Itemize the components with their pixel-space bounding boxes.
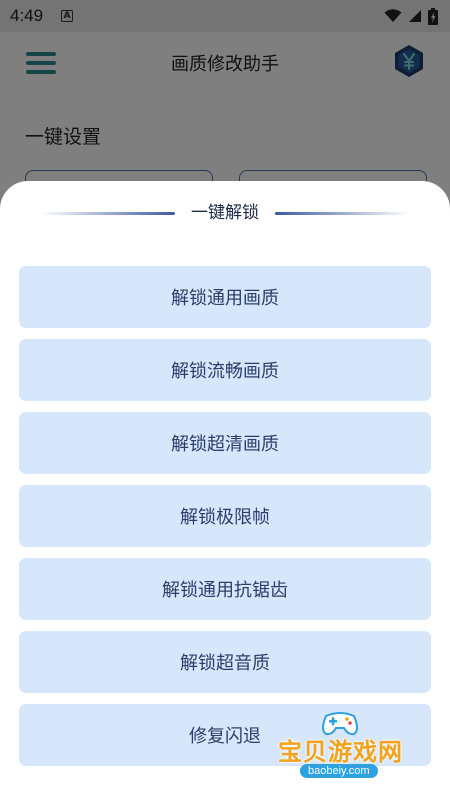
unlock-extreme-framerate-button[interactable]: 解锁极限帧: [19, 485, 431, 547]
option-list: 解锁通用画质 解锁流畅画质 解锁超清画质 解锁极限帧 解锁通用抗锯齿 解锁超音质…: [19, 266, 431, 777]
sheet-title: 一键解锁: [191, 203, 259, 223]
header-divider-left: [40, 212, 175, 215]
watermark-brand: 宝贝游戏网: [278, 738, 403, 766]
unlock-smooth-quality-button[interactable]: 解锁流畅画质: [19, 339, 431, 401]
unlock-bottom-sheet: 一键解锁 解锁通用画质 解锁流畅画质 解锁超清画质 解锁极限帧 解锁通用抗锯齿 …: [0, 181, 450, 800]
unlock-antialiasing-button[interactable]: 解锁通用抗锯齿: [19, 558, 431, 620]
unlock-hd-quality-button[interactable]: 解锁超清画质: [19, 412, 431, 474]
watermark: 宝贝游戏网 baobeiy.com: [270, 710, 420, 790]
header-divider-right: [275, 212, 410, 215]
screen: 4:49 A 画质修改助手: [0, 0, 450, 800]
unlock-general-quality-button[interactable]: 解锁通用画质: [19, 266, 431, 328]
unlock-super-audio-button[interactable]: 解锁超音质: [19, 631, 431, 693]
sheet-header: 一键解锁: [0, 201, 450, 225]
watermark-url: baobeiy.com: [300, 764, 378, 778]
